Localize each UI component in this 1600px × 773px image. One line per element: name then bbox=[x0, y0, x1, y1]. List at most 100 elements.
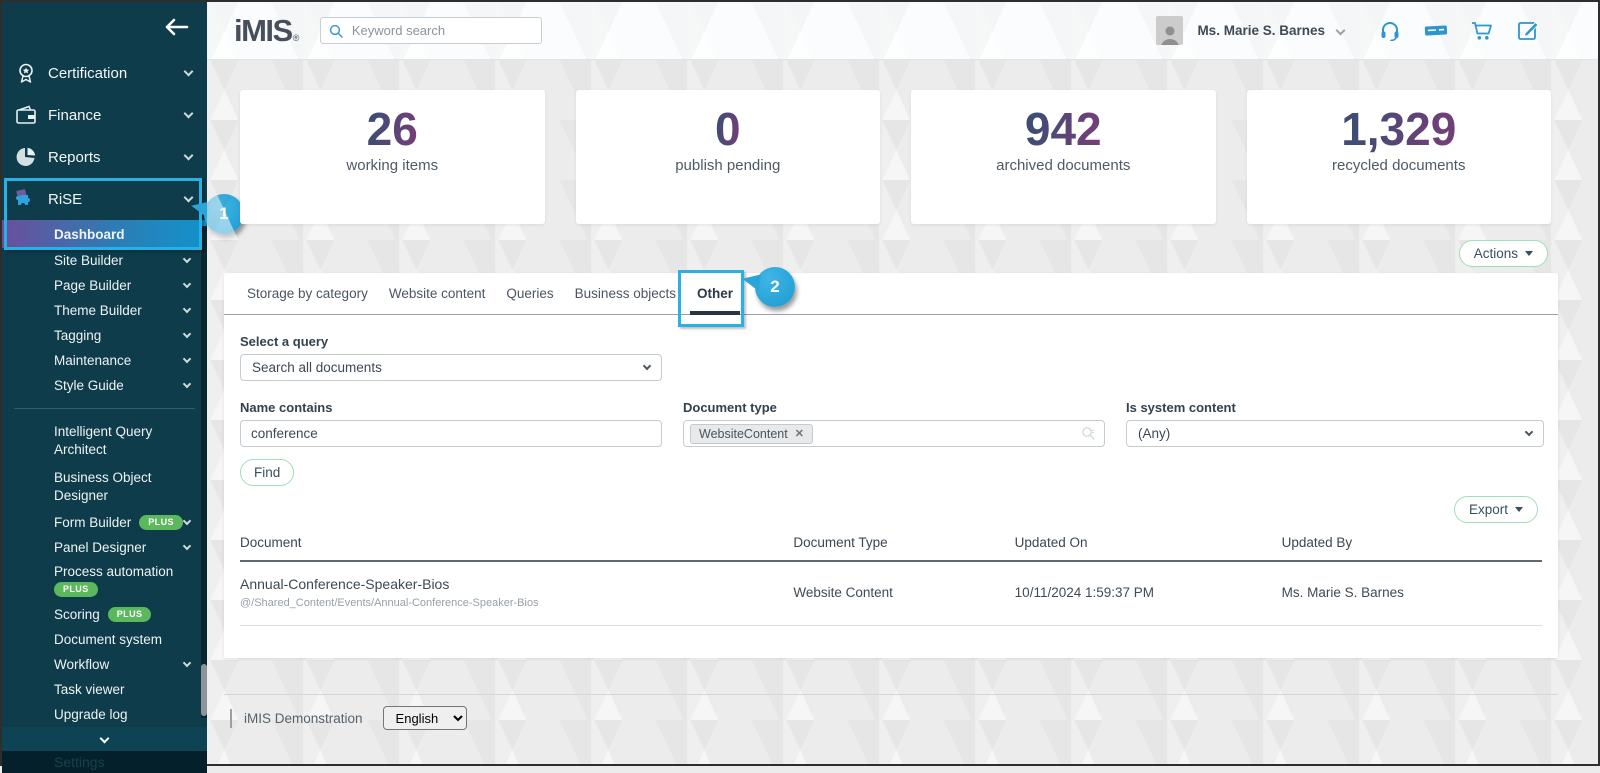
document-type-label: Document type bbox=[683, 400, 777, 415]
stat-label: working items bbox=[346, 156, 439, 174]
sidebar-item-label: Style Guide bbox=[54, 378, 124, 393]
chevron-down-icon bbox=[99, 733, 110, 743]
sidebar-item-label: Panel Designer bbox=[54, 540, 147, 555]
cart-icon[interactable] bbox=[1470, 20, 1494, 42]
table-row[interactable]: Annual-Conference-Speaker-Bios @/Shared_… bbox=[240, 561, 1542, 626]
chevron-down-icon bbox=[182, 379, 192, 388]
sidebar-item-reports[interactable]: Reports bbox=[2, 136, 207, 178]
compose-edit-icon[interactable] bbox=[1516, 20, 1540, 42]
stat-card-recycled-documents[interactable]: 1,329 recycled documents bbox=[1246, 90, 1551, 224]
sidebar-item-business-object-designer[interactable]: Business Object Designer bbox=[2, 464, 182, 510]
sidebar-item-dashboard[interactable]: Dashboard bbox=[2, 220, 207, 248]
stat-label: archived documents bbox=[996, 156, 1131, 174]
actions-button[interactable]: Actions bbox=[1458, 240, 1548, 267]
sidebar-scroll-down-button[interactable] bbox=[2, 727, 207, 751]
tab-business-objects[interactable]: Business objects bbox=[575, 286, 676, 314]
document-type-tagbox[interactable]: WebsiteContent ✕ bbox=[683, 420, 1105, 447]
caret-down-icon bbox=[1525, 251, 1533, 256]
sidebar-item-rise[interactable]: RiSE bbox=[2, 178, 207, 220]
sidebar-item-process-automation[interactable]: Process automation PLUS bbox=[2, 560, 207, 602]
stat-label: recycled documents bbox=[1332, 156, 1466, 174]
lookup-search-icon bbox=[1081, 426, 1096, 441]
column-header-document[interactable]: Document bbox=[240, 527, 794, 562]
export-button[interactable]: Export bbox=[1453, 496, 1538, 523]
sidebar-item-settings[interactable]: Settings bbox=[2, 751, 207, 773]
sidebar-item-page-builder[interactable]: Page Builder bbox=[2, 273, 207, 298]
updated-by-cell: Ms. Marie S. Barnes bbox=[1281, 561, 1542, 626]
chevron-down-icon bbox=[1524, 427, 1534, 436]
sidebar-item-maintenance[interactable]: Maintenance bbox=[2, 348, 207, 373]
remove-chip-icon[interactable]: ✕ bbox=[795, 427, 804, 440]
column-header-document-type[interactable]: Document Type bbox=[793, 527, 1015, 562]
sidebar-item-document-system[interactable]: Document system bbox=[2, 627, 207, 652]
stat-card-publish-pending[interactable]: 0 publish pending bbox=[575, 90, 880, 224]
sidebar-item-label: Tagging bbox=[54, 328, 102, 343]
sidebar: Certification Finance Reports RiSE Dashb… bbox=[2, 2, 207, 773]
document-type-chip: WebsiteContent ✕ bbox=[690, 423, 813, 444]
is-system-content-label: Is system content bbox=[1126, 400, 1236, 415]
tab-queries[interactable]: Queries bbox=[506, 286, 553, 314]
sidebar-divider bbox=[14, 408, 195, 409]
sidebar-item-panel-designer[interactable]: Panel Designer bbox=[2, 535, 207, 560]
support-headset-icon[interactable] bbox=[1378, 20, 1402, 42]
column-header-updated-by[interactable]: Updated By bbox=[1281, 527, 1542, 562]
stat-value: 0 bbox=[714, 103, 741, 155]
chevron-down-icon bbox=[182, 354, 192, 363]
stat-card-archived-documents[interactable]: 942 archived documents bbox=[911, 90, 1216, 224]
language-select[interactable]: English bbox=[382, 706, 467, 730]
filters-section: Select a query Search all documents Name… bbox=[224, 334, 1558, 486]
sidebar-item-label: Upgrade log bbox=[54, 707, 128, 722]
callout-2-badge: 2 bbox=[755, 267, 795, 307]
query-select[interactable]: Search all documents bbox=[240, 354, 662, 381]
sidebar-item-certification[interactable]: Certification bbox=[2, 52, 207, 94]
sidebar-item-finance[interactable]: Finance bbox=[2, 94, 207, 136]
sidebar-item-task-viewer[interactable]: Task viewer bbox=[2, 677, 207, 702]
keyword-search-box[interactable] bbox=[319, 17, 542, 44]
document-type-cell: Website Content bbox=[793, 561, 1015, 626]
tab-other[interactable]: Other bbox=[689, 286, 741, 315]
sidebar-item-label: Site Builder bbox=[54, 253, 124, 268]
search-input[interactable] bbox=[351, 23, 533, 38]
sidebar-item-theme-builder[interactable]: Theme Builder bbox=[2, 298, 207, 323]
top-bar: iMIS ® Ms. Marie S. Barnes bbox=[207, 2, 1598, 60]
sidebar-item-label: Settings bbox=[54, 754, 105, 770]
sidebar-item-scoring[interactable]: Scoring PLUS bbox=[2, 602, 207, 627]
avatar[interactable] bbox=[1156, 16, 1184, 45]
medal-icon bbox=[13, 61, 38, 86]
tab-website-content[interactable]: Website content bbox=[389, 286, 486, 314]
sidebar-item-intelligent-query-architect[interactable]: Intelligent Query Architect bbox=[2, 418, 182, 464]
documents-panel: Storage by category Website content Quer… bbox=[224, 267, 1558, 658]
sidebar-item-tagging[interactable]: Tagging bbox=[2, 323, 207, 348]
find-button[interactable]: Find bbox=[240, 459, 295, 486]
is-system-content-value: (Any) bbox=[1138, 426, 1171, 441]
sidebar-item-label: Task viewer bbox=[54, 682, 125, 697]
stats-row: 26 working items 0 publish pending 942 a… bbox=[240, 90, 1551, 224]
column-header-updated-on[interactable]: Updated On bbox=[1014, 527, 1282, 562]
chevron-down-icon bbox=[182, 254, 192, 263]
actions-button-label: Actions bbox=[1473, 246, 1518, 261]
sidebar-collapse-button[interactable] bbox=[2, 2, 207, 52]
query-label: Select a query bbox=[240, 334, 329, 349]
sidebar-item-workflow[interactable]: Workflow bbox=[2, 652, 207, 677]
sidebar-item-style-guide[interactable]: Style Guide bbox=[2, 373, 207, 398]
sidebar-item-label: Page Builder bbox=[54, 278, 132, 293]
sidebar-item-label: Theme Builder bbox=[54, 303, 142, 318]
stat-card-working-items[interactable]: 26 working items bbox=[240, 90, 545, 224]
plus-badge: PLUS bbox=[139, 515, 183, 530]
sidebar-item-site-builder[interactable]: Site Builder bbox=[2, 248, 207, 273]
is-system-content-select[interactable]: (Any) bbox=[1126, 420, 1544, 447]
site-name: iMIS Demonstration bbox=[244, 710, 363, 726]
wallet-icon bbox=[13, 103, 38, 128]
membership-card-icon[interactable] bbox=[1424, 20, 1448, 42]
name-contains-input[interactable] bbox=[240, 420, 662, 447]
chevron-down-icon[interactable] bbox=[1335, 25, 1346, 36]
user-name[interactable]: Ms. Marie S. Barnes bbox=[1197, 23, 1325, 38]
search-icon bbox=[329, 24, 343, 38]
tab-storage-by-category[interactable]: Storage by category bbox=[247, 286, 368, 314]
sidebar-item-form-builder[interactable]: Form Builder PLUS bbox=[2, 510, 207, 535]
document-name[interactable]: Annual-Conference-Speaker-Bios bbox=[240, 576, 793, 592]
updated-on-cell: 10/11/2024 1:59:37 PM bbox=[1014, 561, 1282, 626]
sidebar-item-upgrade-log[interactable]: Upgrade log bbox=[2, 702, 207, 727]
stat-value: 26 bbox=[366, 103, 418, 155]
documents-table: Document Document Type Updated On Update… bbox=[240, 527, 1542, 626]
